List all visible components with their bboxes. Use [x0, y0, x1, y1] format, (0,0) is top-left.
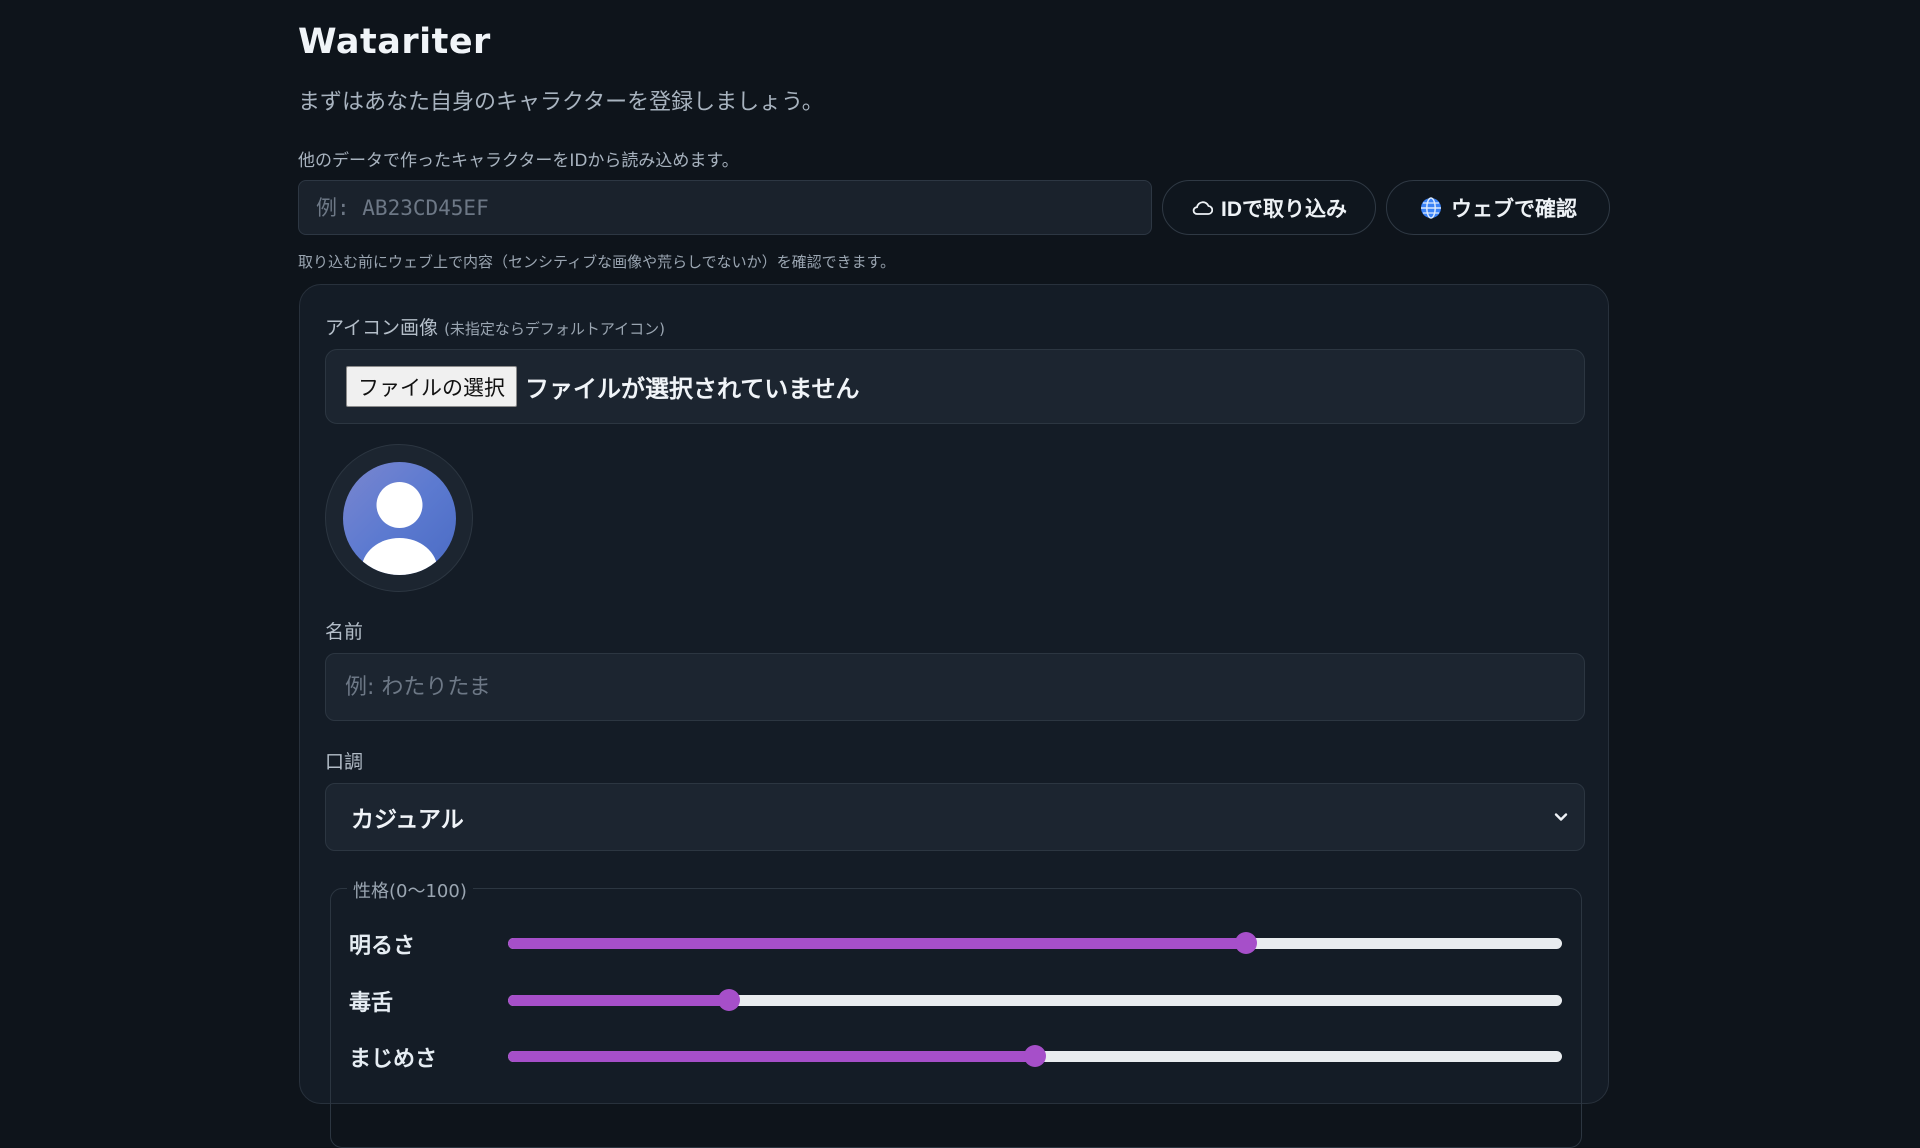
check-on-web-label: ウェブで確認 — [1451, 197, 1577, 221]
trait-label-brightness: 明るさ — [349, 934, 416, 959]
import-hint: 他のデータで作ったキャラクターをIDから読み込めます。 — [298, 151, 739, 171]
check-on-web-button[interactable]: ウェブで確認 — [1386, 180, 1610, 235]
character-id-input[interactable] — [298, 180, 1152, 235]
slider-thumb[interactable] — [718, 989, 741, 1011]
slider-fill — [508, 1051, 1035, 1062]
page-subtitle: まずはあなた自身のキャラクターを登録しましょう。 — [298, 90, 824, 115]
character-form-card: アイコン画像 (未指定ならデフォルトアイコン) ファイルの選択 ファイルが選択され… — [299, 284, 1609, 1148]
tone-label: 口調 — [325, 751, 364, 773]
personality-legend: 性格(0〜100) — [347, 877, 473, 903]
chevron-down-icon — [1552, 806, 1570, 832]
slider-sharp-tongue[interactable] — [508, 989, 1562, 1011]
choose-file-button[interactable]: ファイルの選択 — [346, 366, 517, 407]
slider-brightness[interactable] — [508, 932, 1562, 954]
tone-selected-value: カジュアル — [351, 807, 464, 833]
import-note: 取り込む前にウェブ上で内容（センシティブな画像や荒らしでないか）を確認できます。 — [298, 253, 896, 271]
default-user-avatar-icon — [342, 461, 456, 575]
slider-thumb[interactable] — [1024, 1045, 1046, 1067]
tone-select[interactable]: カジュアル — [325, 783, 1585, 851]
slider-seriousness[interactable] — [508, 1045, 1562, 1067]
import-by-id-button[interactable]: IDで取り込み — [1162, 180, 1376, 235]
slider-fill — [508, 995, 730, 1006]
name-label: 名前 — [325, 621, 364, 643]
icon-image-hint: (未指定ならデフォルトアイコン) — [444, 320, 666, 338]
icon-image-label: アイコン画像 (未指定ならデフォルトアイコン) — [325, 313, 665, 340]
icon-image-label-text: アイコン画像 — [325, 317, 439, 339]
page: Watariter まずはあなた自身のキャラクターを登録しましょう。 他のデータ… — [298, 0, 1610, 1148]
file-status: ファイルが選択されていません — [525, 375, 860, 403]
name-input[interactable] — [325, 653, 1585, 721]
slider-thumb[interactable] — [1234, 932, 1257, 954]
import-by-id-label: IDで取り込み — [1221, 197, 1347, 221]
file-input[interactable]: ファイルの選択 ファイルが選択されていません — [325, 349, 1585, 424]
avatar-preview — [325, 444, 473, 592]
app-title: Watariter — [298, 22, 491, 62]
globe-icon — [1419, 196, 1443, 220]
personality-fieldset: 性格(0〜100) 明るさ 毒舌 まじめさ — [330, 877, 1582, 1148]
trait-label-sharp-tongue: 毒舌 — [349, 991, 394, 1016]
cloud-icon — [1191, 199, 1213, 217]
slider-fill — [508, 938, 1246, 949]
trait-label-seriousness: まじめさ — [349, 1047, 438, 1072]
